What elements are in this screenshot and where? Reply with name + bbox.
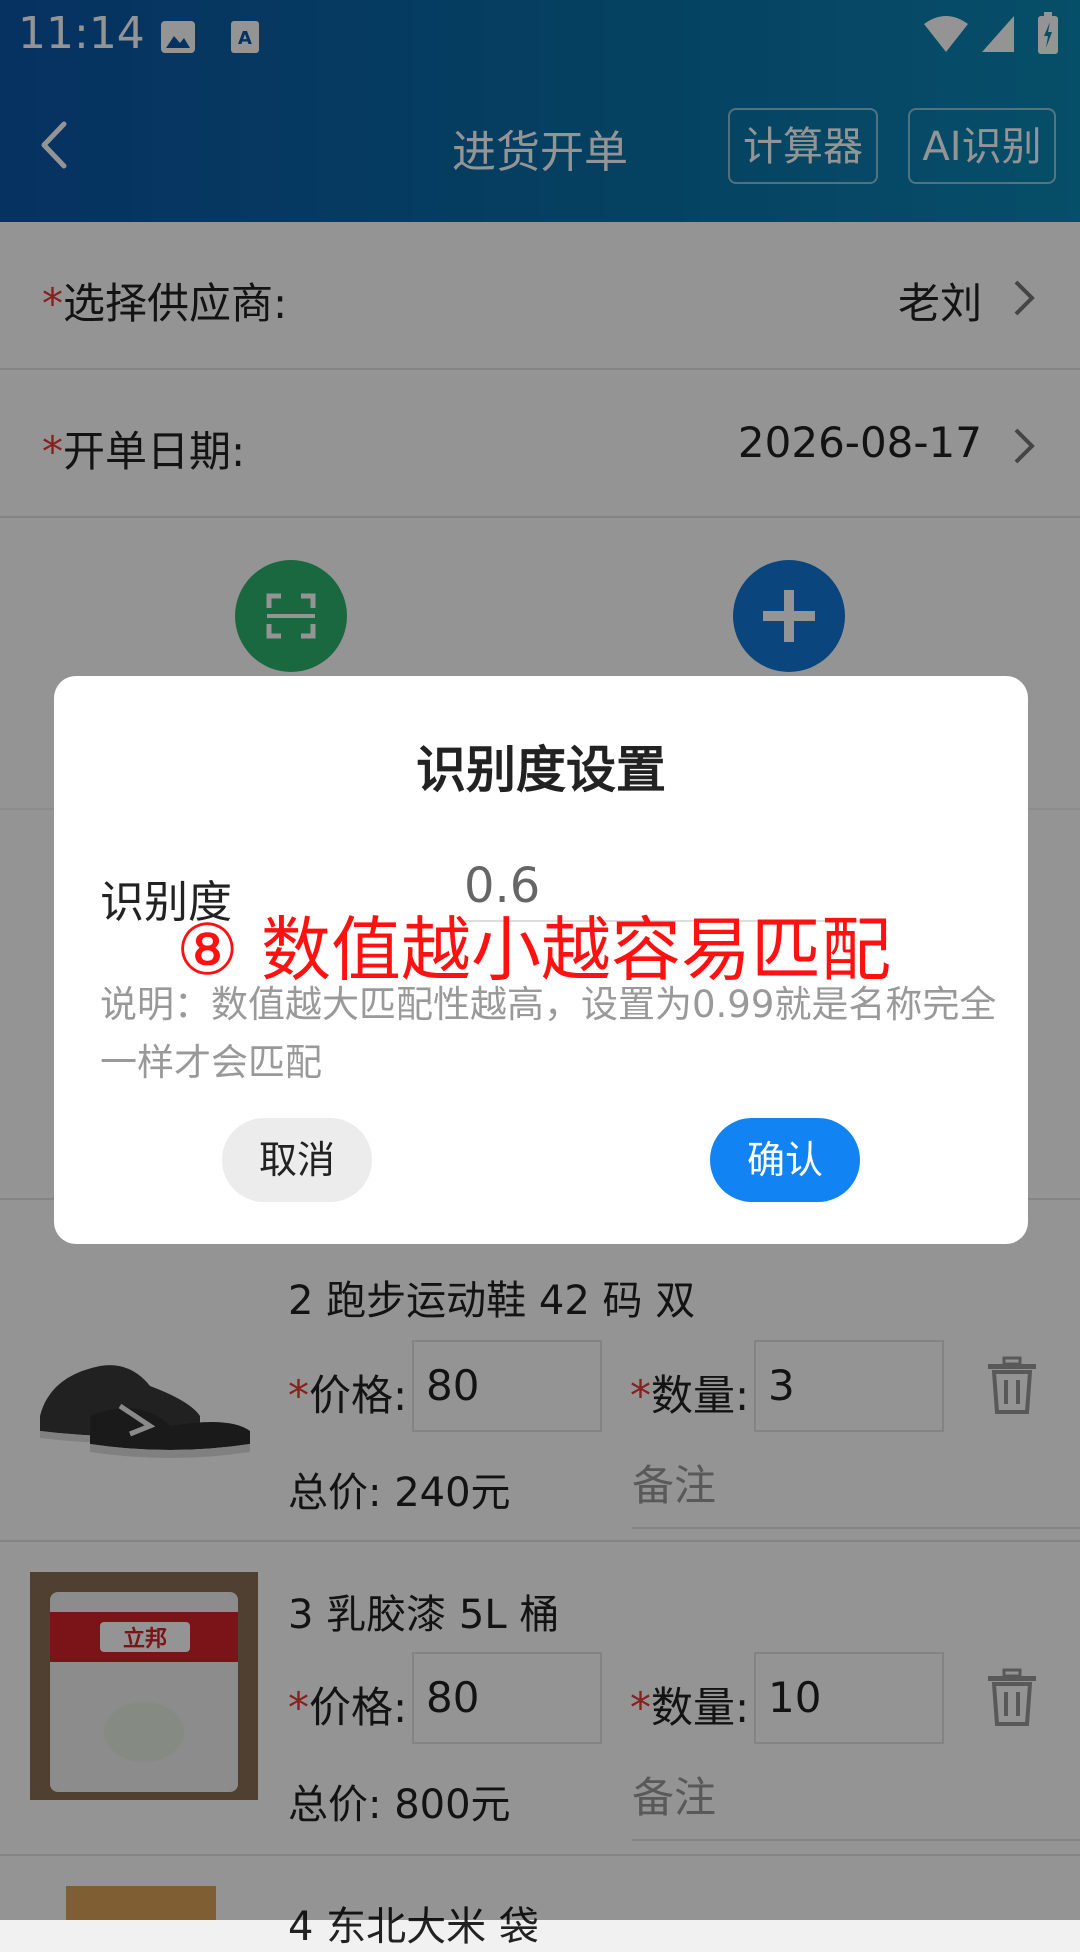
confirm-button[interactable]: 确认 <box>710 1118 860 1202</box>
cancel-button[interactable]: 取消 <box>222 1118 372 1202</box>
dialog-title: 识别度设置 <box>416 741 666 799</box>
tutorial-annotation: ⑧ 数值越小越容易匹配 <box>176 909 892 991</box>
